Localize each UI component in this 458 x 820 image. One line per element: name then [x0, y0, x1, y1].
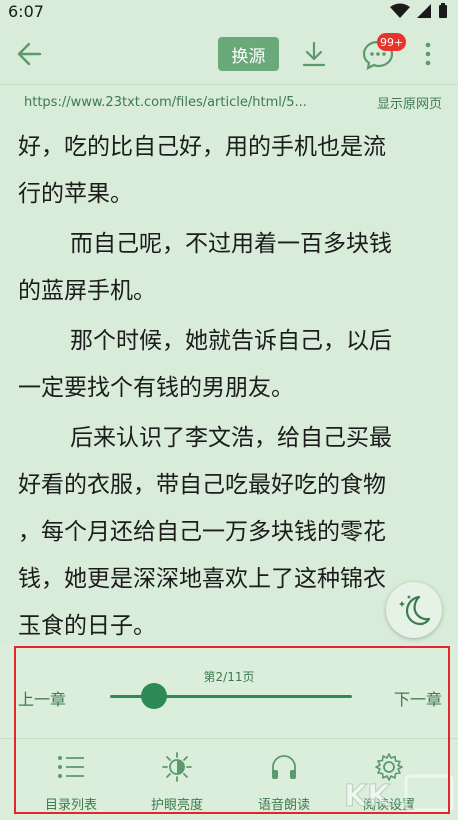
- headphones-icon: [269, 752, 299, 782]
- menu-label: 护眼亮度: [150, 798, 203, 813]
- text-line: 行的苹果。: [18, 181, 133, 207]
- page-indicator: 第2/11页: [203, 670, 255, 684]
- battery-icon: [439, 3, 447, 18]
- text-line: 好，吃的比自己好，用的手机也是流: [18, 134, 386, 160]
- menu-label: 语音朗读: [257, 798, 310, 813]
- list-icon: [56, 752, 86, 782]
- status-bar: 6:07: [0, 0, 458, 22]
- show-original-page-link[interactable]: 显示原网页: [377, 93, 442, 112]
- download-icon: [302, 41, 326, 67]
- more-options-button[interactable]: [418, 38, 438, 70]
- prev-chapter-button[interactable]: 上一章: [18, 686, 66, 710]
- status-icons: [390, 3, 448, 19]
- text-line: 一定要找个有钱的男朋友。: [18, 375, 294, 401]
- menu-item-voice-read[interactable]: 语音朗读: [234, 742, 334, 814]
- text-line: 的蓝屏手机。: [18, 278, 156, 304]
- back-button[interactable]: [14, 38, 46, 70]
- text-line: 那个时候，她就告诉自己，以后: [70, 328, 392, 354]
- text-line: 好看的衣服，带自己吃最好吃的食物: [18, 472, 386, 498]
- menu-item-brightness[interactable]: 护眼亮度: [127, 742, 227, 814]
- brightness-icon: [162, 752, 192, 782]
- moon-stars-icon: [399, 595, 431, 626]
- text-line: 而自己呢，不过用着一百多块钱: [70, 231, 392, 257]
- source-url: https://www.23txt.com/files/article/html…: [24, 95, 307, 110]
- chapter-content: 好，吃的比自己好，用的手机也是流 行的苹果。 而自己呢，不过用着一百多块钱 的蓝…: [18, 124, 438, 650]
- comment-count-badge: 99+: [377, 33, 407, 51]
- download-button[interactable]: [298, 38, 330, 70]
- arrow-left-icon: [17, 42, 42, 66]
- more-vertical-icon: [425, 42, 431, 66]
- text-line: 后来认识了李文浩，给自己买最: [70, 425, 392, 451]
- paragraph: 而自己呢，不过用着一百多块钱 的蓝屏手机。: [18, 221, 438, 315]
- chapter-progress-handle[interactable]: [141, 683, 168, 709]
- source-url-bar: https://www.23txt.com/files/article/html…: [0, 84, 458, 120]
- svg-text:KK: KK: [344, 779, 392, 814]
- paragraph: 后来认识了李文浩，给自己买最 好看的衣服，带自己吃最好吃的食物 ，每个月还给自己…: [18, 415, 438, 650]
- text-line: 钱，她更是深深地喜欢上了这种锦衣: [18, 566, 386, 592]
- menu-label: 目录列表: [44, 798, 97, 813]
- paragraph: 好，吃的比自己好，用的手机也是流 行的苹果。: [18, 124, 438, 218]
- watermark-logo: KK: [344, 774, 454, 815]
- night-mode-button[interactable]: [386, 582, 442, 638]
- signal-icon: [417, 4, 431, 18]
- text-line: ，每个月还给自己一万多块钱的零花: [18, 519, 386, 545]
- panel-divider: [0, 738, 458, 739]
- text-line: 玉食的日子。: [18, 613, 156, 639]
- paragraph: 那个时候，她就告诉自己，以后 一定要找个有钱的男朋友。: [18, 318, 438, 412]
- status-time: 6:07: [8, 1, 44, 21]
- next-chapter-button[interactable]: 下一章: [394, 686, 442, 710]
- wifi-icon: [390, 3, 410, 18]
- reader-toolbar: 换源 99+: [0, 22, 458, 84]
- switch-source-button[interactable]: 换源: [218, 37, 279, 71]
- menu-item-catalog[interactable]: 目录列表: [21, 742, 121, 814]
